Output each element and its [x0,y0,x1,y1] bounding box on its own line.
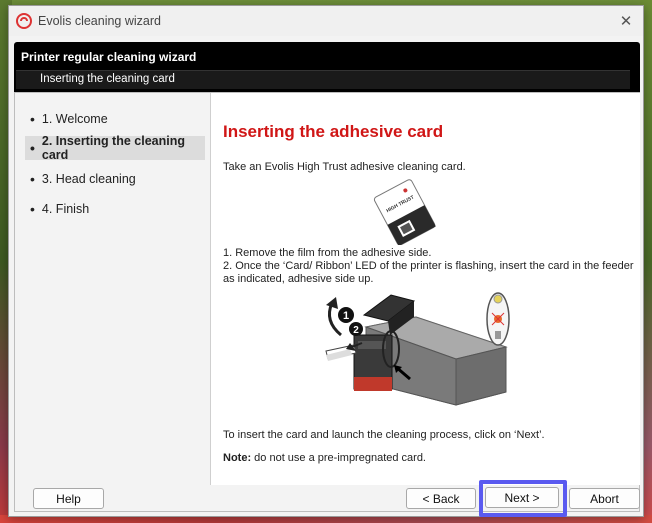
instruction-step2-line1: 2. Once the ‘Card/ Ribbon’ LED of the pr… [223,260,634,272]
bullet-icon: • [30,111,35,127]
callout-2-label: 2 [353,325,359,336]
note-text: Note: do not use a pre-impregnated card. [223,452,426,466]
cleaning-card-image: HIGH TRUST [373,179,436,245]
bullet-icon: • [30,201,35,217]
abort-button[interactable]: Abort [569,488,640,509]
wizard-subtitle: Inserting the cleaning card [40,73,175,85]
content-frame: • 1. Welcome • 2. Inserting the cleaning… [14,92,640,512]
wizard-header: Printer regular cleaning wizard Insertin… [14,42,640,92]
window-title: Evolis cleaning wizard [38,14,161,28]
main-panel: Inserting the adhesive card Take an Evol… [210,93,640,485]
step-label: 4. Finish [41,202,90,216]
wizard-window: Evolis cleaning wizard ✕ Printer regular… [8,5,644,517]
step-inserting-card: • 2. Inserting the cleaning card [25,134,205,162]
page-heading: Inserting the adhesive card [223,122,444,141]
bullet-icon: • [30,140,35,156]
instruction-step1: 1. Remove the film from the adhesive sid… [223,247,432,259]
steps-sidebar: • 1. Welcome • 2. Inserting the cleaning… [15,93,210,477]
step-label: 1. Welcome [41,112,108,126]
printer-illustration: 1 2 [325,292,510,406]
close-icon[interactable]: ✕ [617,12,635,30]
intro-text: Take an Evolis High Trust adhesive clean… [223,161,466,173]
note-label: Note: [223,452,252,464]
wizard-subtitle-band: Inserting the cleaning card [16,70,630,89]
back-button[interactable]: < Back [406,488,476,509]
title-bar: Evolis cleaning wizard ✕ [9,6,643,36]
step-label: 2. Inserting the cleaning card [41,134,185,162]
app-icon [16,13,32,29]
bullet-icon: • [30,171,35,187]
note-body: do not use a pre-impregnated card. [251,452,426,464]
step-label: 3. Head cleaning [41,172,136,186]
help-button[interactable]: Help [33,488,104,509]
launch-instruction: To insert the card and launch the cleani… [223,429,545,441]
callout-1-label: 1 [343,310,349,322]
step-head-cleaning: • 3. Head cleaning [25,167,205,191]
wizard-title: Printer regular cleaning wizard [21,50,197,64]
instruction-step2-line2: as indicated, adhesive side up. [223,273,374,285]
step-welcome: • 1. Welcome [25,107,205,131]
step-finish: • 4. Finish [25,197,205,221]
next-button[interactable]: Next > [485,487,559,508]
